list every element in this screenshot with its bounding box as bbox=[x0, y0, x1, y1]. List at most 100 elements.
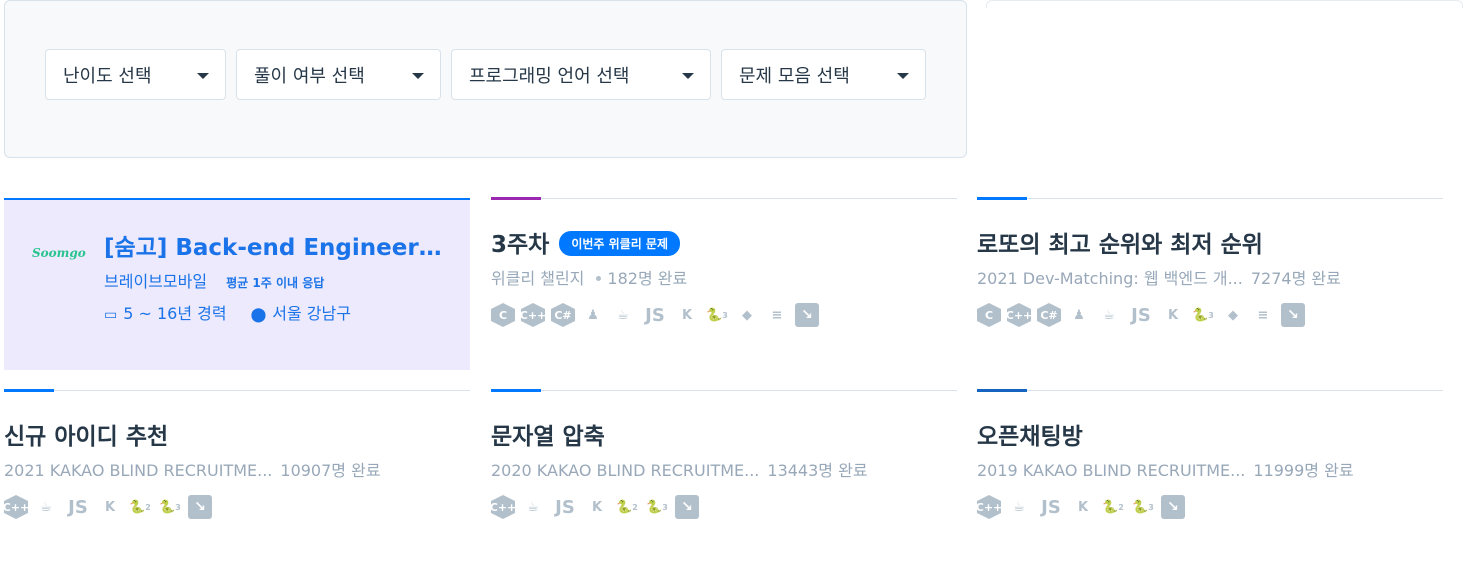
language-icons: C C++ C# ♟ ☕ JS K 🐍 3 ◆ ≡ ↘ bbox=[977, 303, 1305, 327]
python2-icon: 🐍 2 bbox=[129, 499, 151, 515]
language-icons: C C++ C# ♟ ☕ JS K 🐍 3 ◆ ≡ ↘ bbox=[491, 303, 819, 327]
language-select[interactable]: 프로그래밍 언어 선택 bbox=[451, 49, 711, 100]
language-icons: C++ ☕ JS K 🐍 2 🐍 3 ↘ bbox=[491, 495, 699, 519]
solved-count: 10907명 완료 bbox=[280, 461, 381, 480]
javascript-icon: JS bbox=[1041, 496, 1061, 518]
caret-down-icon bbox=[682, 73, 694, 79]
solved-count: 13443명 완료 bbox=[767, 461, 868, 480]
location-info: ⬤ 서울 강남구 bbox=[250, 304, 351, 323]
collection-select[interactable]: 문제 모음 선택 bbox=[721, 49, 926, 100]
solved-status-select[interactable]: 풀이 여부 선택 bbox=[236, 49, 441, 100]
problem-title[interactable]: 오픈채팅방 bbox=[977, 417, 1083, 451]
problem-title[interactable]: 신규 아이디 추천 bbox=[4, 417, 168, 451]
python3-icon: 🐍 3 bbox=[159, 499, 181, 515]
location-pin-icon: ⬤ bbox=[250, 307, 267, 323]
language-icons: C++ ☕ JS K 🐍 2 🐍 3 ↘ bbox=[4, 495, 212, 519]
scala-icon: ≡ bbox=[1257, 307, 1269, 323]
java-icon: ☕ bbox=[527, 499, 539, 515]
company-row: 브레이브모바일 평균 1주 이내 응답 bbox=[104, 268, 324, 292]
problem-meta: 2021 KAKAO BLIND RECRUITME... 10907명 완료 bbox=[4, 457, 381, 481]
response-time: 평균 1주 이내 응답 bbox=[226, 276, 325, 290]
collection-name: 위클리 챌린지 bbox=[491, 269, 585, 288]
problem-card[interactable]: 로또의 최고 순위와 최저 순위 2021 Dev-Matching: 웹 백엔… bbox=[977, 197, 1443, 370]
card-accent bbox=[4, 389, 54, 392]
collection-name: 2019 KAKAO BLIND RECRUITME... bbox=[977, 461, 1246, 480]
cpp-icon: C++ bbox=[4, 495, 28, 519]
solved-count: 7274명 완료 bbox=[1250, 269, 1341, 288]
difficulty-select-label: 난이도 선택 bbox=[63, 65, 152, 87]
csharp-icon: C# bbox=[551, 303, 575, 327]
solved-status-select-label: 풀이 여부 선택 bbox=[254, 65, 365, 87]
language-icons: C++ ☕ JS K 🐍 2 🐍 3 ↘ bbox=[977, 495, 1185, 519]
swift-icon: ↘ bbox=[1161, 495, 1185, 519]
problem-title[interactable]: 3주차 이번주 위클리 문제 bbox=[491, 225, 681, 259]
javascript-icon: JS bbox=[645, 304, 665, 326]
card-accent bbox=[977, 197, 1027, 200]
problem-title[interactable]: 로또의 최고 순위와 최저 순위 bbox=[977, 225, 1263, 259]
cpp-icon: C++ bbox=[1007, 303, 1031, 327]
caret-down-icon bbox=[412, 73, 424, 79]
go-icon: ♟ bbox=[587, 307, 599, 323]
cpp-icon: C++ bbox=[491, 495, 515, 519]
python2-icon: 🐍 2 bbox=[1102, 499, 1124, 515]
collection-name: 2021 Dev-Matching: 웹 백엔드 개... bbox=[977, 269, 1243, 288]
problem-meta: 위클리 챌린지 182명 완료 bbox=[491, 265, 687, 289]
card-accent bbox=[491, 389, 541, 392]
caret-down-icon bbox=[197, 73, 209, 79]
collection-select-label: 문제 모음 선택 bbox=[739, 65, 850, 87]
c-icon: C bbox=[491, 303, 515, 327]
collection-name: 2020 KAKAO BLIND RECRUITME... bbox=[491, 461, 760, 480]
javascript-icon: JS bbox=[68, 496, 88, 518]
problem-meta: 2019 KAKAO BLIND RECRUITME... 11999명 완료 bbox=[977, 457, 1354, 481]
problem-title[interactable]: 문자열 압축 bbox=[491, 417, 605, 451]
cpp-icon: C++ bbox=[977, 495, 1001, 519]
problem-card[interactable]: 문자열 압축 2020 KAKAO BLIND RECRUITME... 1344… bbox=[491, 389, 957, 562]
laptop-icon: ▭ bbox=[104, 307, 118, 323]
java-icon: ☕ bbox=[1013, 499, 1025, 515]
go-icon: ♟ bbox=[1073, 307, 1085, 323]
python3-icon: 🐍 3 bbox=[1132, 499, 1154, 515]
dot-separator bbox=[596, 275, 602, 281]
c-icon: C bbox=[977, 303, 1001, 327]
swift-icon: ↘ bbox=[1281, 303, 1305, 327]
problem-card[interactable]: 오픈채팅방 2019 KAKAO BLIND RECRUITME... 11999… bbox=[977, 389, 1443, 562]
javascript-icon: JS bbox=[555, 496, 575, 518]
filter-panel: 난이도 선택 풀이 여부 선택 프로그래밍 언어 선택 문제 모음 선택 bbox=[4, 0, 967, 158]
java-icon: ☕ bbox=[1103, 307, 1115, 323]
kotlin-icon: K bbox=[681, 307, 693, 323]
job-info-row: ▭ 5 ~ 16년 경력 ⬤ 서울 강남구 bbox=[104, 300, 351, 324]
ruby-icon: ◆ bbox=[742, 307, 752, 323]
collection-name: 2021 KAKAO BLIND RECRUITME... bbox=[4, 461, 273, 480]
problem-meta: 2021 Dev-Matching: 웹 백엔드 개... 7274명 완료 bbox=[977, 265, 1341, 289]
swift-icon: ↘ bbox=[675, 495, 699, 519]
problem-meta: 2020 KAKAO BLIND RECRUITME... 13443명 완료 bbox=[491, 457, 868, 481]
company-logo: Soomgo bbox=[32, 246, 86, 260]
solved-count: 11999명 완료 bbox=[1253, 461, 1354, 480]
job-ad-card[interactable]: Soomgo [숨고] Back-end Engineer… 브레이브모바일 평… bbox=[4, 198, 470, 370]
card-accent bbox=[491, 197, 541, 200]
solved-count: 182명 완료 bbox=[607, 269, 688, 288]
python3-icon: 🐍 3 bbox=[646, 499, 668, 515]
problem-card[interactable]: 신규 아이디 추천 2021 KAKAO BLIND RECRUITME... 1… bbox=[4, 389, 470, 562]
side-panel bbox=[986, 0, 1463, 8]
cpp-icon: C++ bbox=[521, 303, 545, 327]
language-select-label: 프로그래밍 언어 선택 bbox=[469, 65, 630, 87]
kotlin-icon: K bbox=[1167, 307, 1179, 323]
company-name: 브레이브모바일 bbox=[104, 272, 208, 291]
swift-icon: ↘ bbox=[795, 303, 819, 327]
java-icon: ☕ bbox=[617, 307, 629, 323]
kotlin-icon: K bbox=[591, 499, 603, 515]
kotlin-icon: K bbox=[1077, 499, 1089, 515]
csharp-icon: C# bbox=[1037, 303, 1061, 327]
problem-card[interactable]: 3주차 이번주 위클리 문제 위클리 챌린지 182명 완료 C C++ C# ♟ … bbox=[491, 197, 957, 370]
job-title[interactable]: [숨고] Back-end Engineer… bbox=[104, 228, 442, 262]
kotlin-icon: K bbox=[104, 499, 116, 515]
java-icon: ☕ bbox=[40, 499, 52, 515]
python2-icon: 🐍 2 bbox=[616, 499, 638, 515]
scala-icon: ≡ bbox=[771, 307, 783, 323]
difficulty-select[interactable]: 난이도 선택 bbox=[45, 49, 226, 100]
python3-icon: 🐍 3 bbox=[706, 307, 728, 323]
card-accent bbox=[977, 389, 1027, 392]
experience-info: ▭ 5 ~ 16년 경력 bbox=[104, 304, 227, 323]
swift-icon: ↘ bbox=[188, 495, 212, 519]
